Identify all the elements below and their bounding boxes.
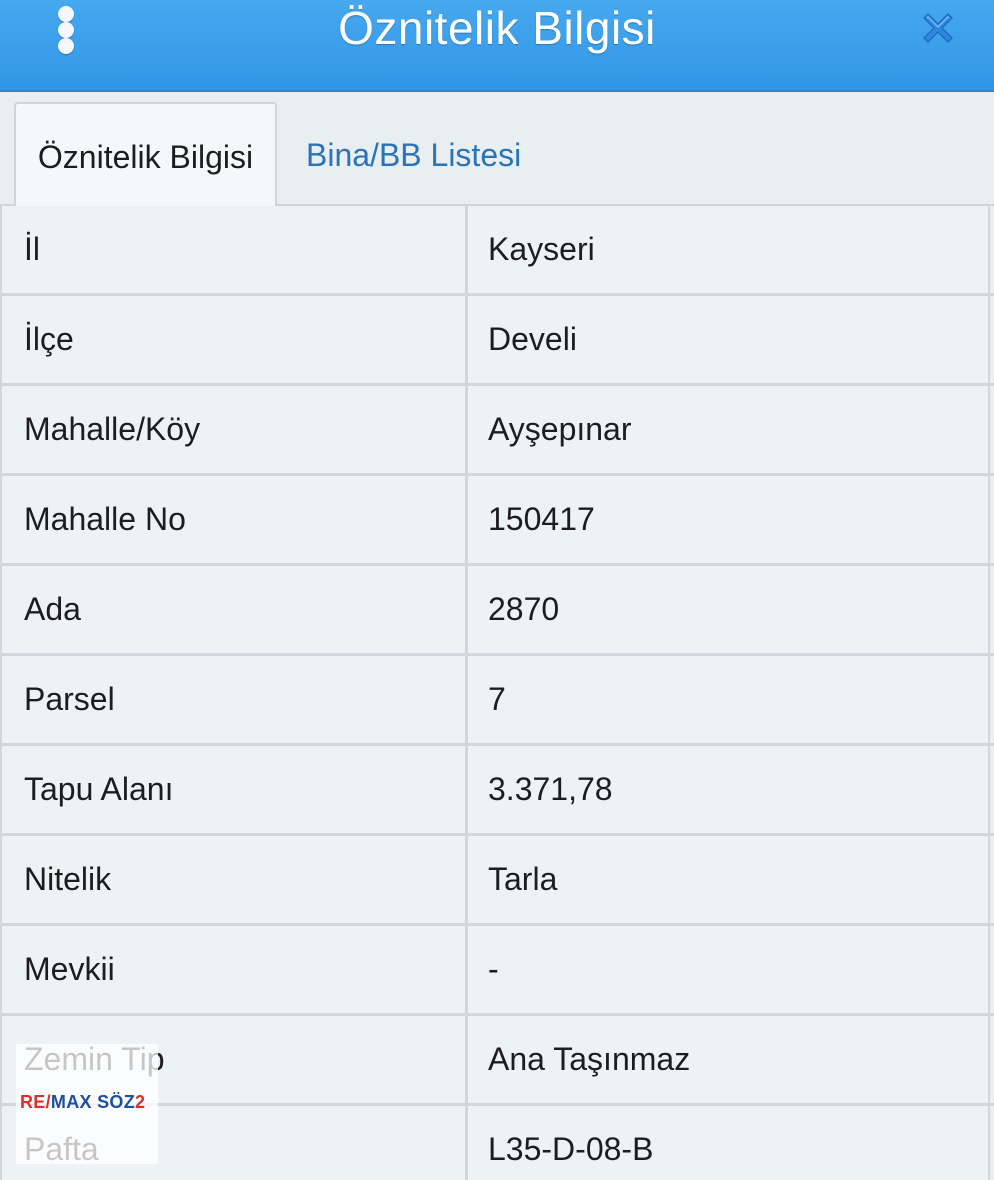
row-value: 3.371,78 bbox=[468, 746, 990, 833]
logo-re: RE/ bbox=[20, 1092, 51, 1112]
row-label: Mevkii bbox=[0, 926, 468, 1013]
close-icon[interactable] bbox=[914, 4, 962, 52]
table-row: Mahalle/Köy Ayşepınar bbox=[0, 386, 994, 476]
row-value: Develi bbox=[468, 296, 990, 383]
table-row: Zemin Tip Ana Taşınmaz bbox=[0, 1016, 994, 1106]
row-value: Kayseri bbox=[468, 206, 990, 293]
logo-num: 2 bbox=[135, 1092, 146, 1112]
row-value: 2870 bbox=[468, 566, 990, 653]
logo-max: MAX bbox=[50, 1092, 92, 1112]
table-row: Ada 2870 bbox=[0, 566, 994, 656]
row-label: Mahalle No bbox=[0, 476, 468, 563]
tab-bar: Öznitelik Bilgisi Bina/BB Listesi bbox=[0, 94, 994, 208]
row-value: L35-D-08-B bbox=[468, 1106, 990, 1180]
table-row: Parsel 7 bbox=[0, 656, 994, 746]
row-value: Ayşepınar bbox=[468, 386, 990, 473]
row-label: Zemin Tip bbox=[0, 1016, 468, 1103]
row-value: - bbox=[468, 926, 990, 1013]
row-label: Tapu Alanı bbox=[0, 746, 468, 833]
table-row: İlçe Develi bbox=[0, 296, 994, 386]
attribute-table: İl Kayseri İlçe Develi Mahalle/Köy Ayşep… bbox=[0, 206, 994, 1180]
row-value: Ana Taşınmaz bbox=[468, 1016, 990, 1103]
remax-logo: RE/MAX SÖZ2 bbox=[20, 1092, 145, 1113]
row-label: Mahalle/Köy bbox=[0, 386, 468, 473]
row-label: Pafta bbox=[0, 1106, 468, 1180]
row-label: Nitelik bbox=[0, 836, 468, 923]
table-row: Tapu Alanı 3.371,78 bbox=[0, 746, 994, 836]
tab-oznitelik-bilgisi[interactable]: Öznitelik Bilgisi bbox=[14, 102, 277, 208]
logo-soz: SÖZ bbox=[97, 1092, 136, 1112]
table-row: İl Kayseri bbox=[0, 206, 994, 296]
table-row: Mevkii - bbox=[0, 926, 994, 1016]
row-label: Ada bbox=[0, 566, 468, 653]
table-row: Nitelik Tarla bbox=[0, 836, 994, 926]
row-label: İlçe bbox=[0, 296, 468, 383]
row-value: Tarla bbox=[468, 836, 990, 923]
dialog-header: Öznitelik Bilgisi bbox=[0, 0, 994, 92]
table-row: Mahalle No 150417 bbox=[0, 476, 994, 566]
tab-bina-bb-listesi[interactable]: Bina/BB Listesi bbox=[306, 102, 521, 208]
row-value: 7 bbox=[468, 656, 990, 743]
dialog-title: Öznitelik Bilgisi bbox=[338, 2, 656, 54]
row-value: 150417 bbox=[468, 476, 990, 563]
table-row: Pafta L35-D-08-B bbox=[0, 1106, 994, 1180]
row-label: İl bbox=[0, 206, 468, 293]
row-label: Parsel bbox=[0, 656, 468, 743]
